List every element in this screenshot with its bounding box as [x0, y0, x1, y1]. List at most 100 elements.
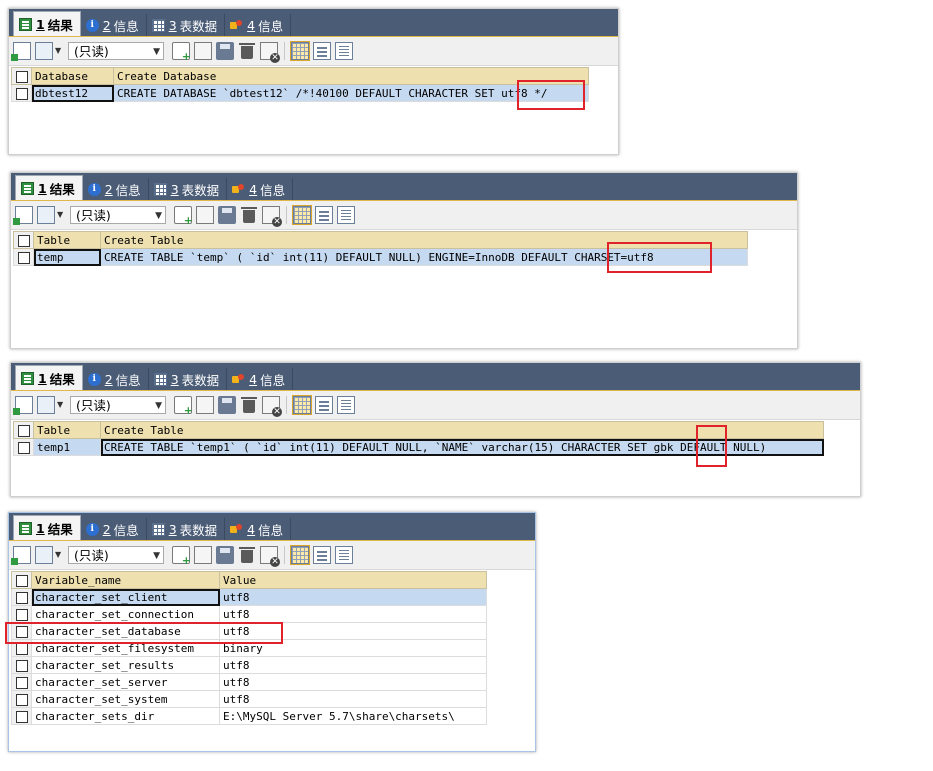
tab-info[interactable]: i 2 信息	[83, 178, 149, 200]
tab-info[interactable]: i 2 信息	[81, 14, 147, 36]
grid-view-icon[interactable]	[292, 395, 312, 415]
grid-cell[interactable]: character_set_server	[31, 673, 220, 691]
grid-cell[interactable]: CREATE TABLE `temp` ( `id` int(11) DEFAU…	[100, 248, 748, 266]
save-icon[interactable]	[218, 206, 236, 224]
grid-cell[interactable]: character_sets_dir	[31, 707, 220, 725]
form-view-icon[interactable]	[313, 42, 331, 60]
grid-cell[interactable]: CREATE TABLE `temp1` ( `id` int(11) DEFA…	[100, 438, 824, 456]
grid-cell[interactable]: character_set_system	[31, 690, 220, 708]
cancel-changes-icon[interactable]	[262, 206, 282, 227]
grid-cell[interactable]: utf8	[219, 588, 487, 606]
chevron-down-icon[interactable]: ▼	[55, 42, 63, 60]
select-all-checkbox[interactable]	[13, 421, 34, 439]
row-checkbox[interactable]	[13, 248, 34, 266]
row-checkbox[interactable]	[11, 605, 32, 623]
tab-result[interactable]: 1 结果	[15, 175, 83, 200]
cancel-changes-icon[interactable]	[260, 546, 280, 567]
import-icon[interactable]	[35, 42, 53, 60]
grid-cell[interactable]: dbtest12	[31, 84, 114, 102]
column-header[interactable]: Table	[33, 231, 101, 249]
text-view-icon[interactable]	[335, 42, 353, 60]
tab-result[interactable]: 1 结果	[13, 11, 81, 36]
grid-view-icon[interactable]	[290, 41, 310, 61]
form-view-icon[interactable]	[315, 396, 333, 414]
row-checkbox[interactable]	[11, 84, 32, 102]
duplicate-row-icon[interactable]	[196, 396, 214, 414]
grid-cell[interactable]: character_set_client	[31, 588, 220, 606]
duplicate-row-icon[interactable]	[194, 42, 212, 60]
select-all-checkbox[interactable]	[11, 571, 32, 589]
row-checkbox[interactable]	[11, 707, 32, 725]
text-view-icon[interactable]	[337, 396, 355, 414]
row-checkbox[interactable]	[13, 438, 34, 456]
save-icon[interactable]	[218, 396, 236, 414]
row-checkbox[interactable]	[11, 656, 32, 674]
row-checkbox[interactable]	[11, 588, 32, 606]
delete-icon[interactable]	[240, 206, 258, 224]
add-row-icon[interactable]	[172, 546, 191, 567]
tab-table-data[interactable]: 3 表数据	[147, 14, 226, 36]
row-checkbox[interactable]	[11, 673, 32, 691]
grid-cell[interactable]: CREATE DATABASE `dbtest12` /*!40100 DEFA…	[113, 84, 589, 102]
tab-info[interactable]: i 2 信息	[83, 368, 149, 390]
column-header[interactable]: Database	[31, 67, 114, 85]
grid-cell[interactable]: character_set_results	[31, 656, 220, 674]
export-icon[interactable]	[11, 546, 31, 565]
tab-table-data[interactable]: 3 表数据	[149, 368, 228, 390]
export-icon[interactable]	[13, 206, 33, 225]
readonly-select[interactable]: (只读) ▼	[68, 546, 164, 564]
table-row[interactable]: character_set_database utf8	[11, 622, 487, 640]
grid-cell[interactable]: utf8	[219, 622, 487, 640]
grid-cell[interactable]: character_set_connection	[31, 605, 220, 623]
grid-cell[interactable]: utf8	[219, 673, 487, 691]
tab-messages[interactable]: 4 信息	[225, 518, 292, 540]
text-view-icon[interactable]	[337, 206, 355, 224]
row-checkbox[interactable]	[11, 690, 32, 708]
table-row[interactable]: character_set_client utf8	[11, 588, 487, 606]
delete-icon[interactable]	[238, 546, 256, 564]
duplicate-row-icon[interactable]	[194, 546, 212, 564]
table-row[interactable]: character_set_system utf8	[11, 690, 487, 708]
save-icon[interactable]	[216, 42, 234, 60]
cancel-changes-icon[interactable]	[260, 42, 280, 63]
table-row[interactable]: temp CREATE TABLE `temp` ( `id` int(11) …	[13, 248, 748, 266]
grid-cell[interactable]: character_set_database	[31, 622, 220, 640]
tab-messages[interactable]: 4 信息	[227, 368, 294, 390]
column-header[interactable]: Create Table	[100, 421, 824, 439]
import-icon[interactable]	[37, 396, 55, 414]
form-view-icon[interactable]	[315, 206, 333, 224]
grid-cell[interactable]: utf8	[219, 656, 487, 674]
grid-cell[interactable]: E:\MySQL Server 5.7\share\charsets\	[219, 707, 487, 725]
duplicate-row-icon[interactable]	[196, 206, 214, 224]
tab-result[interactable]: 1 结果	[15, 365, 83, 390]
grid-cell[interactable]: utf8	[219, 690, 487, 708]
table-row[interactable]: character_set_results utf8	[11, 656, 487, 674]
text-view-icon[interactable]	[335, 546, 353, 564]
grid-cell[interactable]: temp	[33, 248, 101, 266]
tab-table-data[interactable]: 3 表数据	[147, 518, 226, 540]
table-row[interactable]: character_sets_dir E:\MySQL Server 5.7\s…	[11, 707, 487, 725]
grid-view-icon[interactable]	[290, 545, 310, 565]
table-row[interactable]: temp1 CREATE TABLE `temp1` ( `id` int(11…	[13, 438, 824, 456]
chevron-down-icon[interactable]: ▼	[55, 546, 63, 564]
column-header[interactable]: Create Table	[100, 231, 748, 249]
tab-messages[interactable]: 4 信息	[225, 14, 292, 36]
grid-cell[interactable]: character_set_filesystem	[31, 639, 220, 657]
grid-cell[interactable]: binary	[219, 639, 487, 657]
add-row-icon[interactable]	[172, 42, 191, 63]
delete-icon[interactable]	[240, 396, 258, 414]
column-header[interactable]: Table	[33, 421, 101, 439]
table-row[interactable]: character_set_filesystem binary	[11, 639, 487, 657]
table-row[interactable]: dbtest12 CREATE DATABASE `dbtest12` /*!4…	[11, 84, 589, 102]
chevron-down-icon[interactable]: ▼	[57, 206, 65, 224]
delete-icon[interactable]	[238, 42, 256, 60]
save-icon[interactable]	[216, 546, 234, 564]
row-checkbox[interactable]	[11, 639, 32, 657]
form-view-icon[interactable]	[313, 546, 331, 564]
readonly-select[interactable]: (只读) ▼	[70, 206, 166, 224]
export-icon[interactable]	[11, 42, 31, 61]
tab-table-data[interactable]: 3 表数据	[149, 178, 228, 200]
add-row-icon[interactable]	[174, 396, 193, 417]
import-icon[interactable]	[37, 206, 55, 224]
readonly-select[interactable]: (只读) ▼	[68, 42, 164, 60]
